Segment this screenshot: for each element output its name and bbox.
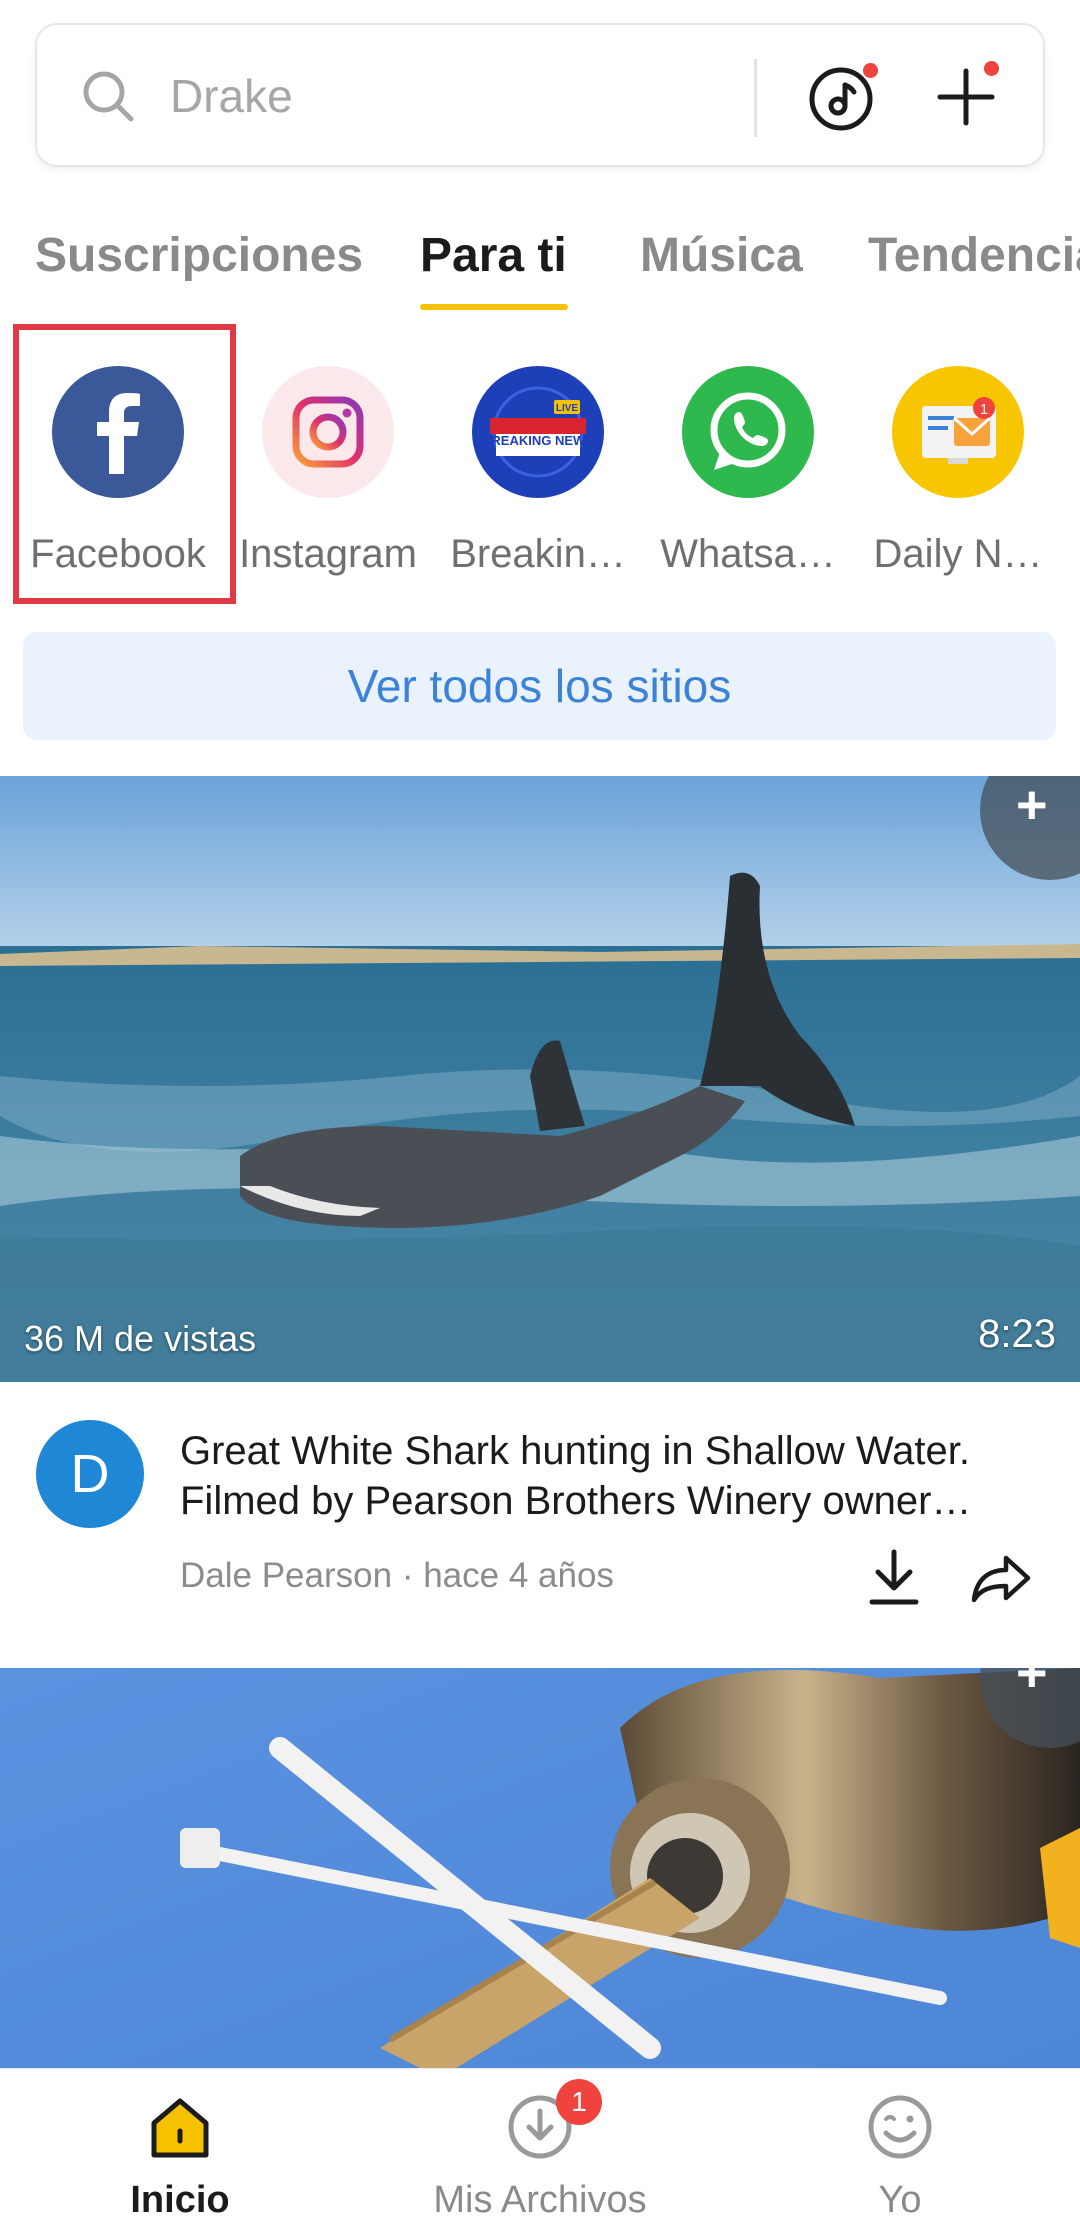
app-screen: Drake Suscripciones Para ti Música Tende…	[0, 0, 1080, 2238]
tab-para-ti[interactable]: Para ti	[420, 228, 567, 283]
plus-icon: +	[1016, 776, 1048, 835]
nav-inicio[interactable]: Inicio	[30, 2069, 330, 2238]
nav-label: Mis Archivos	[433, 2179, 647, 2221]
site-label: Daily N…	[873, 532, 1043, 576]
nav-label: Yo	[878, 2179, 922, 2221]
breaking-news-badge: LIVE	[556, 403, 579, 414]
nav-label: Inicio	[130, 2179, 230, 2221]
shark-scene-image	[0, 776, 1080, 1382]
channel-name[interactable]: Dale Pearson	[180, 1556, 392, 1595]
meta-separator: ·	[401, 1556, 414, 1595]
video-title-line: Great White Shark hunting in Shallow Wat…	[180, 1429, 970, 1473]
tab-suscripciones[interactable]: Suscripciones	[35, 228, 363, 283]
channel-avatar[interactable]: D	[36, 1420, 144, 1528]
notification-dot	[984, 61, 999, 76]
video-thumbnail[interactable]: +	[0, 776, 1080, 1382]
view-all-sites-button[interactable]: Ver todos los sitios	[23, 632, 1056, 740]
plus-icon: +	[1016, 1668, 1048, 1703]
daily-news-badge-count: 1	[980, 401, 988, 418]
smiley-icon	[868, 2095, 932, 2159]
category-tabs: Suscripciones Para ti Música Tendencia	[0, 220, 1080, 320]
bottom-navigation: Inicio 1 Mis Archivos Yo	[0, 2068, 1080, 2238]
share-icon[interactable]	[970, 1552, 1032, 1606]
site-label: Breakin…	[450, 532, 626, 576]
active-tab-indicator	[420, 304, 568, 310]
breaking-news-logo-text: BREAKING NEWS	[482, 433, 594, 448]
whatsapp-icon	[682, 366, 814, 498]
upload-age: hace 4 años	[423, 1556, 614, 1595]
instagram-icon	[262, 366, 394, 498]
video-title[interactable]: Great White Shark hunting in Shallow Wat…	[180, 1426, 1040, 1526]
video-duration: 8:23	[978, 1312, 1056, 1356]
site-breaking-news[interactable]: LIVE BREAKING NEWS Breakin…	[438, 366, 638, 586]
site-daily-news[interactable]: 1 Daily N…	[858, 366, 1058, 586]
site-label: Whatsa…	[660, 532, 836, 576]
tab-musica[interactable]: Música	[640, 228, 803, 283]
site-whatsapp[interactable]: Whatsa…	[648, 366, 848, 586]
search-divider	[754, 59, 757, 137]
site-label: Instagram	[239, 532, 417, 576]
video-thumbnail[interactable]: +	[0, 1668, 1080, 2068]
video-title-line: Filmed by Pearson Brothers Winery owner…	[180, 1479, 972, 1523]
download-badge: 1	[556, 2079, 602, 2125]
daily-news-icon: 1	[892, 366, 1024, 498]
selection-highlight	[13, 324, 236, 604]
search-input[interactable]: Drake	[170, 69, 293, 123]
drill-scene-image	[0, 1668, 1080, 2068]
home-icon	[151, 2098, 209, 2158]
tab-tendencias[interactable]: Tendencia	[868, 228, 1080, 283]
view-count: 36 M de vistas	[24, 1318, 257, 1359]
nav-mis-archivos[interactable]: 1 Mis Archivos	[390, 2069, 690, 2238]
music-button[interactable]	[807, 61, 879, 133]
video-meta: Dale Pearson · hace 4 años	[180, 1556, 614, 1596]
add-button[interactable]	[930, 61, 1002, 133]
search-icon	[83, 71, 134, 122]
search-bar[interactable]: Drake	[35, 23, 1045, 167]
notification-dot	[863, 63, 878, 78]
breaking-news-icon: LIVE BREAKING NEWS	[472, 366, 604, 498]
download-icon[interactable]	[866, 1548, 922, 1608]
nav-yo[interactable]: Yo	[750, 2069, 1050, 2238]
site-instagram[interactable]: Instagram	[228, 366, 428, 586]
